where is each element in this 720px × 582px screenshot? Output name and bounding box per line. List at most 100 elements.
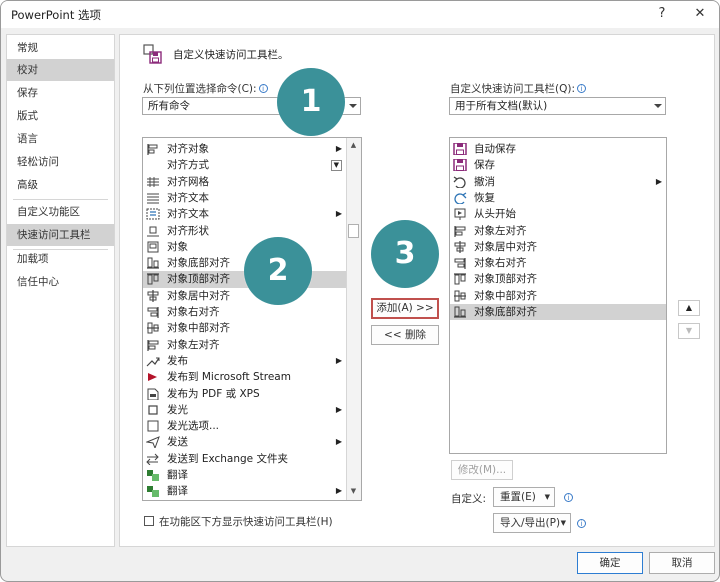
list-item[interactable]: 对象 — [143, 239, 346, 255]
align-middle-icon — [454, 290, 466, 302]
list-item-label: 翻译 — [167, 469, 188, 481]
sidebar-item-save[interactable]: 保存 — [7, 82, 114, 104]
ok-button[interactable]: 确定 — [577, 552, 643, 574]
step-badge-1: 1 — [277, 68, 345, 136]
sidebar-item-trust-center[interactable]: 信任中心 — [7, 271, 114, 293]
section-header: 自定义快速访问工具栏。 — [173, 49, 289, 61]
list-item[interactable]: 对齐方式 ▼ — [143, 157, 346, 173]
list-item[interactable]: 对象中部对齐 — [450, 288, 666, 304]
sidebar-item-customize-ribbon[interactable]: 自定义功能区 — [7, 201, 114, 223]
sidebar-item-language[interactable]: 语言 — [7, 128, 114, 150]
align-shape-icon — [147, 226, 159, 236]
list-item[interactable]: 从头开始 — [450, 206, 666, 222]
list-item-label: 保存 — [474, 159, 495, 172]
help-button[interactable]: ? — [651, 4, 673, 24]
list-item[interactable]: 发布为 PDF 或 XPS — [143, 386, 346, 402]
remove-button[interactable]: << 删除 — [371, 325, 439, 345]
list-item-label: 翻译 — [167, 485, 188, 498]
move-up-button[interactable]: ▲ — [678, 300, 700, 316]
send-icon — [146, 436, 160, 449]
sidebar-item-accessibility[interactable]: 轻松访问 — [7, 151, 114, 173]
glow-options-icon — [147, 420, 159, 432]
submenu-arrow-icon: ▶ — [655, 176, 662, 186]
list-item[interactable]: 发布到 Microsoft Stream — [143, 369, 346, 385]
add-button[interactable]: 添加(A) >> — [371, 298, 439, 319]
scrollbar-thumb[interactable] — [348, 224, 359, 238]
commands-list[interactable]: 对齐对象 ▶ 对齐方式 ▼ 对齐网格 对齐文本 对齐文本 ▶ 对齐形状 对象 对象底部对齐 对象顶部对… — [142, 137, 362, 501]
list-item-label: 对象右对齐 — [474, 257, 527, 270]
reset-button-label: 重置(E) — [500, 491, 536, 503]
customize-scope-dropdown[interactable]: 用于所有文档(默认) — [449, 97, 666, 115]
choose-commands-label-text: 从下列位置选择命令(C): — [143, 83, 257, 95]
list-item[interactable]: 保存 — [450, 157, 666, 173]
customize-toolbar-label: 自定义快速访问工具栏(Q): i — [450, 81, 586, 96]
modify-button[interactable]: 修改(M)... — [451, 460, 513, 480]
list-item[interactable]: 对齐文本 — [143, 190, 346, 206]
list-item-label: 发布 — [167, 354, 188, 367]
toolbar-items-list[interactable]: 自动保存保存撤消 ▶ 恢复从头开始对象左对齐 对象居中对齐对象右对齐 对象顶部对齐 对象中… — [449, 137, 667, 454]
list-item-label: 对象底部对齐 — [474, 306, 537, 318]
step-badge-3: 3 — [371, 220, 439, 288]
list-item[interactable]: 发布 ▶ — [143, 353, 346, 369]
sidebar-item-proofing[interactable]: 校对 — [7, 59, 114, 81]
commands-list-scrollbar[interactable]: ▲ ▼ — [346, 138, 361, 500]
list-item-label: 对象 — [167, 240, 188, 253]
submenu-arrow-icon: ▶ — [335, 437, 342, 447]
step-badge-2: 2 — [244, 237, 312, 305]
sidebar-item-general[interactable]: 常规 — [7, 37, 114, 59]
submenu-arrow-icon: ▶ — [335, 486, 342, 496]
dropdown-indicator-icon: ▼ — [330, 160, 342, 172]
list-item[interactable]: 对象右对齐 — [143, 304, 346, 320]
sidebar-item-advanced[interactable]: 高级 — [7, 174, 114, 196]
sidebar-item-layout[interactable]: 版式 — [7, 105, 114, 127]
list-item[interactable]: 对齐形状 — [143, 223, 346, 239]
info-icon: i — [577, 84, 586, 93]
customize-scope-value: 用于所有文档(默认) — [455, 100, 548, 112]
close-button[interactable]: ✕ — [689, 4, 711, 24]
list-item[interactable]: 发光 ▶ — [143, 402, 346, 418]
list-item[interactable]: 发送到 Exchange 文件夹 — [143, 451, 346, 467]
scroll-up-arrow-icon[interactable]: ▲ — [347, 139, 360, 152]
list-item-label: 从头开始 — [474, 208, 516, 221]
list-item[interactable]: 发送 ▶ — [143, 434, 346, 450]
import-export-button[interactable]: 导入/导出(P) ▼ — [493, 513, 571, 533]
list-item[interactable]: 撤消 ▶ — [450, 174, 666, 190]
list-item-label: 对象底部对齐 — [167, 257, 230, 270]
list-item[interactable]: 对齐文本 ▶ — [143, 206, 346, 222]
list-item[interactable]: 对齐对象 ▶ — [143, 141, 346, 157]
list-item[interactable]: 发光选项... — [143, 418, 346, 434]
list-item[interactable]: 恢复 — [450, 190, 666, 206]
list-item[interactable]: 对象居中对齐 — [143, 288, 346, 304]
list-item[interactable]: 自动保存 — [450, 141, 666, 157]
list-item-label: 发送到 Exchange 文件夹 — [167, 452, 288, 465]
align-text-vertical-icon — [146, 208, 160, 220]
import-export-button-label: 导入/导出(P) — [500, 517, 561, 529]
list-item-label: 发布为 PDF 或 XPS — [167, 387, 260, 400]
move-down-button[interactable]: ▼ — [678, 323, 700, 339]
scroll-down-arrow-icon[interactable]: ▼ — [347, 485, 360, 498]
align-top-icon — [147, 273, 159, 285]
sidebar-item-quick-access-toolbar[interactable]: 快速访问工具栏 — [7, 224, 114, 246]
info-icon: i — [258, 84, 268, 93]
list-item[interactable]: 对象左对齐 — [143, 337, 346, 353]
list-item[interactable]: 翻译 ▶ — [143, 483, 346, 499]
list-item-label: 发光选项... — [167, 420, 220, 433]
sidebar-item-addins[interactable]: 加载项 — [7, 248, 114, 270]
list-item[interactable]: 对齐网格 — [143, 174, 346, 190]
align-center-icon — [454, 240, 466, 253]
show-below-ribbon-label: 在功能区下方显示快速访问工具栏(H) — [159, 516, 333, 528]
list-item[interactable]: 翻译 — [143, 467, 346, 483]
list-item[interactable]: 对象底部对齐 — [450, 304, 666, 321]
undo-icon — [453, 176, 466, 188]
list-item[interactable]: 对象右对齐 — [450, 255, 666, 271]
cancel-button[interactable]: 取消 — [649, 552, 715, 574]
chevron-down-icon — [349, 104, 357, 108]
list-item[interactable]: 对象中部对齐 — [143, 320, 346, 336]
list-item[interactable]: 对象居中对齐 — [450, 239, 666, 255]
reset-button[interactable]: 重置(E) ▼ — [493, 487, 555, 507]
show-below-ribbon-checkbox[interactable] — [144, 516, 154, 526]
list-item[interactable]: 对象左对齐 — [450, 223, 666, 239]
list-item[interactable]: 对象顶部对齐 — [450, 271, 666, 287]
list-item-label: 对象左对齐 — [167, 338, 220, 351]
sidebar-divider — [13, 199, 108, 200]
